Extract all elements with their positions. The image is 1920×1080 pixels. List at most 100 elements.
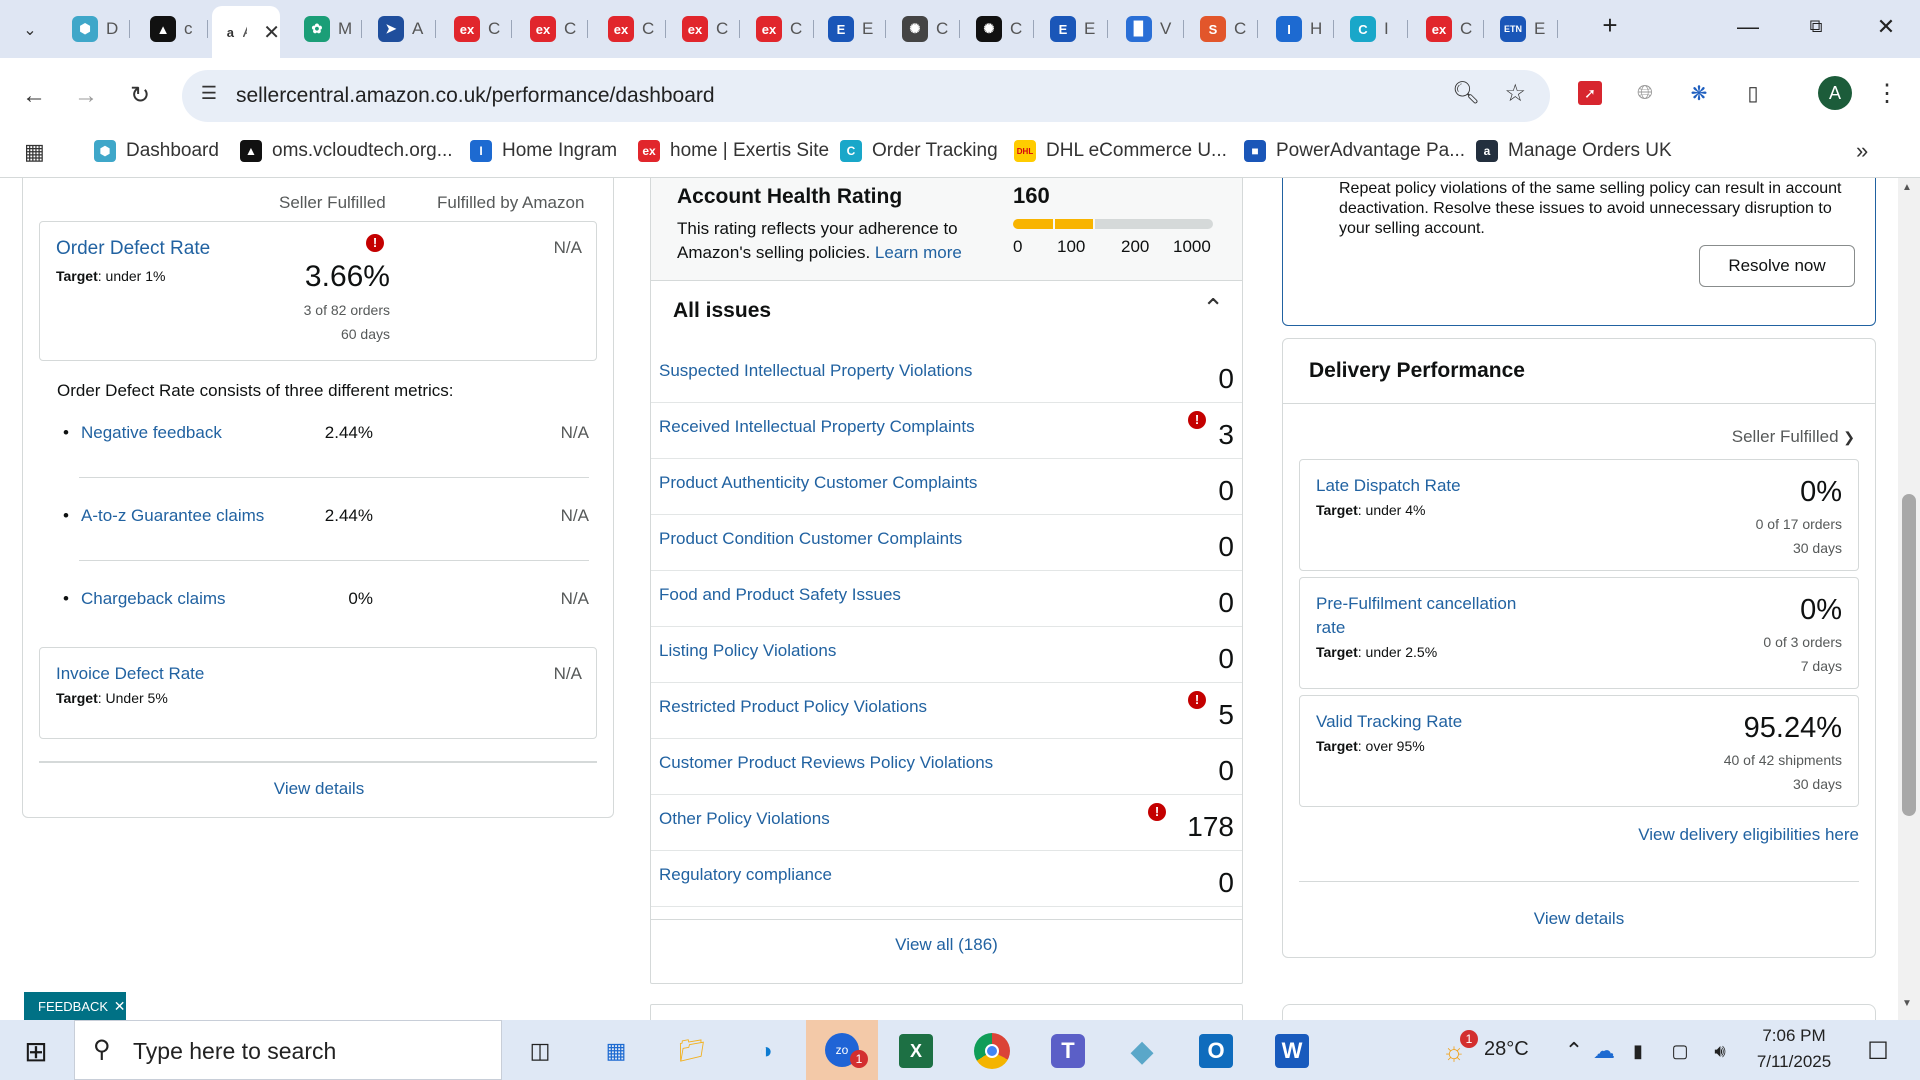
- issue-link[interactable]: Suspected Intellectual Property Violatio…: [659, 361, 972, 381]
- gear-extension-icon[interactable]: ❋: [1684, 78, 1714, 108]
- close-window-button[interactable]: ✕: [1866, 14, 1906, 40]
- url-text[interactable]: sellercentral.amazon.co.uk/performance/d…: [236, 84, 715, 108]
- browser-tab[interactable]: ✺ C: [888, 8, 960, 50]
- bookmark-item[interactable]: I Home Ingram: [470, 140, 617, 162]
- resolve-now-button[interactable]: Resolve now: [1699, 245, 1855, 287]
- issue-link[interactable]: Other Policy Violations: [659, 809, 830, 829]
- app-diamond-icon[interactable]: ◆: [1116, 1030, 1168, 1072]
- chrome-icon[interactable]: [966, 1030, 1018, 1072]
- delivery-metric-link[interactable]: Pre-Fulfilment cancellation rate: [1316, 592, 1546, 640]
- address-bar[interactable]: ☰ sellercentral.amazon.co.uk/performance…: [182, 70, 1550, 122]
- metric-link[interactable]: A-to-z Guarantee claims: [81, 506, 264, 526]
- browser-tab[interactable]: ex C: [1412, 8, 1484, 50]
- browser-tab[interactable]: EE: [1036, 8, 1108, 50]
- back-button[interactable]: ←: [14, 76, 54, 116]
- globe-extension-icon[interactable]: 🌐︎: [1630, 78, 1660, 108]
- bookmark-item[interactable]: a Manage Orders UK: [1476, 140, 1672, 162]
- volume-icon[interactable]: 🔊︎: [1700, 1030, 1740, 1072]
- view-all-issues-link[interactable]: View all (186): [651, 935, 1242, 955]
- bookmark-item[interactable]: ⬢ Dashboard: [94, 140, 219, 162]
- browser-tab[interactable]: ➤ A: [364, 8, 436, 50]
- reload-button[interactable]: ↻: [120, 76, 160, 116]
- issue-link[interactable]: Product Condition Customer Complaints: [659, 529, 962, 549]
- collapse-chevron-icon[interactable]: ⌃: [1202, 293, 1224, 324]
- browser-tab[interactable]: SC: [1186, 8, 1258, 50]
- learn-more-link[interactable]: Learn more: [875, 243, 962, 262]
- issue-link[interactable]: Listing Policy Violations: [659, 641, 836, 661]
- notification-center-icon[interactable]: ☐: [1852, 1030, 1904, 1072]
- issue-link[interactable]: Food and Product Safety Issues: [659, 585, 901, 605]
- issue-row[interactable]: Restricted Product Policy Violations 5!: [651, 683, 1242, 739]
- browser-tab[interactable]: ▲ c: [136, 8, 208, 50]
- issue-row[interactable]: Food and Product Safety Issues 0: [651, 571, 1242, 627]
- forward-button[interactable]: →: [66, 76, 106, 116]
- teams-icon[interactable]: T: [1042, 1030, 1094, 1072]
- issue-row[interactable]: Listing Policy Violations 0: [651, 627, 1242, 683]
- more-bookmarks-icon[interactable]: »: [1856, 138, 1868, 164]
- file-explorer-icon[interactable]: 📁︎: [666, 1030, 718, 1072]
- issue-link[interactable]: Customer Product Reviews Policy Violatio…: [659, 753, 993, 773]
- calculator-icon[interactable]: ▦: [590, 1030, 642, 1072]
- odr-link[interactable]: Order Defect Rate: [56, 238, 210, 260]
- bookmark-item[interactable]: ex home | Exertis Site: [638, 140, 829, 162]
- cs-view-details-link[interactable]: View details: [23, 779, 615, 799]
- feedback-button[interactable]: FEEDBACK ✕: [24, 992, 126, 1020]
- issue-row[interactable]: Customer Product Reviews Policy Violatio…: [651, 739, 1242, 795]
- issue-row[interactable]: Product Authenticity Customer Complaints…: [651, 459, 1242, 515]
- fulfilment-filter-dropdown[interactable]: Seller Fulfilled ❯: [1732, 427, 1855, 447]
- browser-tab[interactable]: ex C: [516, 8, 588, 50]
- browser-tab[interactable]: ETN E: [1486, 8, 1558, 50]
- word-icon[interactable]: W: [1266, 1030, 1318, 1072]
- metric-link[interactable]: Negative feedback: [81, 423, 222, 443]
- scroll-down-icon[interactable]: ▼: [1902, 998, 1912, 1009]
- apps-grid-icon[interactable]: ▦: [24, 139, 45, 165]
- new-tab-button[interactable]: +: [1590, 10, 1630, 41]
- issue-row[interactable]: Received Intellectual Property Complaint…: [651, 403, 1242, 459]
- issue-row[interactable]: Product Condition Customer Complaints 0: [651, 515, 1242, 571]
- delivery-metric-link[interactable]: Valid Tracking Rate: [1316, 710, 1546, 734]
- restore-button[interactable]: ⧉: [1796, 16, 1836, 37]
- issue-link[interactable]: Product Authenticity Customer Complaints: [659, 473, 977, 493]
- issue-row[interactable]: Other Policy Violations 178!: [651, 795, 1242, 851]
- network-icon[interactable]: ▢: [1660, 1030, 1700, 1072]
- windows-start-icon[interactable]: ⊞: [10, 1030, 62, 1072]
- excel-icon[interactable]: X: [890, 1030, 942, 1072]
- task-view-icon[interactable]: ◫: [514, 1030, 566, 1072]
- scrollbar-thumb[interactable]: [1902, 494, 1916, 816]
- browser-tab[interactable]: IH: [1262, 8, 1334, 50]
- bookmark-item[interactable]: ■ PowerAdvantage Pa...: [1244, 140, 1465, 162]
- browser-tab[interactable]: CI: [1336, 8, 1408, 50]
- profile-avatar[interactable]: A: [1818, 76, 1852, 110]
- browser-tab[interactable]: ▉ V: [1112, 8, 1184, 50]
- clock-date[interactable]: 7/11/2025: [1744, 1052, 1844, 1072]
- browser-tab[interactable]: ✺ C: [962, 8, 1034, 50]
- browser-tab[interactable]: ⬢ D: [58, 8, 130, 50]
- close-icon[interactable]: ✕: [114, 998, 126, 1014]
- issue-row[interactable]: Suspected Intellectual Property Violatio…: [651, 347, 1242, 403]
- bookmark-item[interactable]: ▲ oms.vcloudtech.org...: [240, 140, 453, 162]
- site-info-icon[interactable]: ☰: [196, 83, 222, 109]
- issue-link[interactable]: Received Intellectual Property Complaint…: [659, 417, 975, 437]
- extensions-puzzle-icon[interactable]: ▯: [1738, 78, 1768, 108]
- taskbar-search-box[interactable]: ⚲ Type here to search: [74, 1020, 502, 1080]
- edge-icon[interactable]: ◑: [740, 1030, 792, 1072]
- issue-row[interactable]: Regulatory compliance 0: [651, 851, 1242, 907]
- pdf-extension-icon[interactable]: ➚: [1575, 78, 1605, 108]
- menu-kebab-icon[interactable]: ⋮: [1872, 78, 1902, 108]
- bookmark-item[interactable]: DHL DHL eCommerce U...: [1014, 140, 1227, 162]
- browser-tab[interactable]: EE: [814, 8, 886, 50]
- zoom-icon[interactable]: 🔍︎: [1452, 80, 1480, 106]
- tab-search-button[interactable]: ⌄: [10, 12, 50, 48]
- browser-tab[interactable]: ex C: [742, 8, 814, 50]
- minimize-button[interactable]: —: [1728, 14, 1768, 40]
- browser-tab[interactable]: aA ✕: [212, 6, 280, 58]
- outlook-icon[interactable]: O: [1190, 1030, 1242, 1072]
- browser-tab[interactable]: ✿ M: [290, 8, 362, 50]
- browser-tab[interactable]: ex C: [668, 8, 740, 50]
- battery-icon[interactable]: ▮: [1618, 1030, 1658, 1072]
- issue-link[interactable]: Restricted Product Policy Violations: [659, 697, 927, 717]
- bookmark-item[interactable]: C Order Tracking: [840, 140, 998, 162]
- zoho-app-icon[interactable]: zo 1: [806, 1020, 878, 1080]
- bookmark-star-icon[interactable]: ☆: [1504, 79, 1526, 108]
- delivery-view-details-link[interactable]: View details: [1283, 909, 1875, 929]
